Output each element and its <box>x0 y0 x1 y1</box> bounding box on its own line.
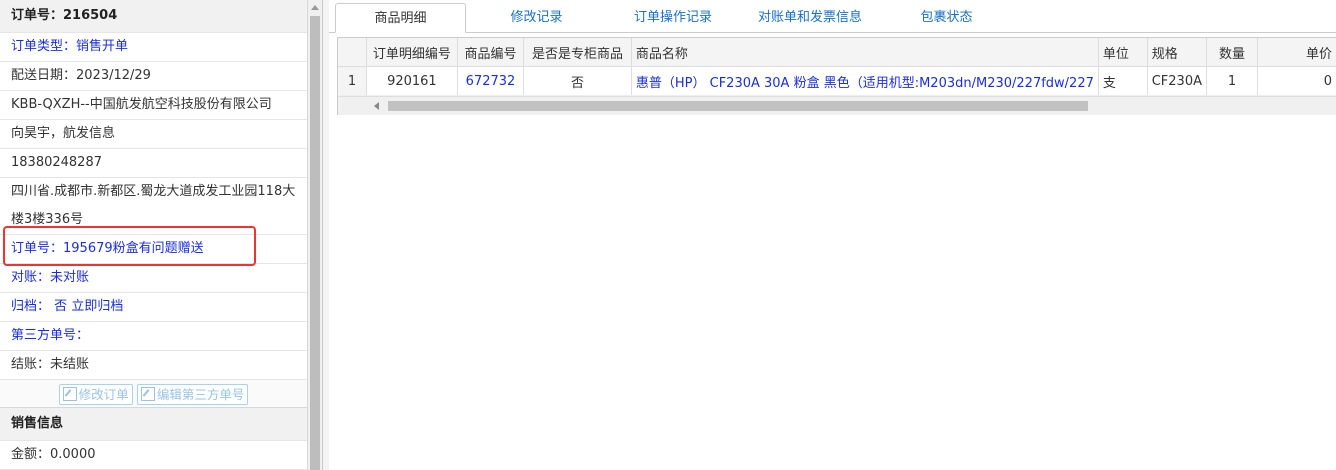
edit-icon <box>62 387 77 401</box>
counter-product-cell: 否 <box>523 66 632 96</box>
delivery-date: 配送日期：2023/12/29 <box>0 62 307 91</box>
unit-price-cell: 0 <box>1257 66 1336 96</box>
tab-package-status[interactable]: 包裹状态 <box>899 3 994 32</box>
archive-now-link[interactable]: 立即归档 <box>71 299 123 314</box>
tab-operation-log[interactable]: 订单操作记录 <box>611 3 735 32</box>
contact-person: 向昊宇，航发信息 <box>0 120 307 149</box>
tab-statement-invoice[interactable]: 对账单和发票信息 <box>739 3 881 32</box>
scroll-left-arrow-icon[interactable] <box>374 102 379 110</box>
col-header-unit-price[interactable]: 单价 <box>1257 38 1336 67</box>
quantity-cell: 1 <box>1206 66 1259 96</box>
col-header-product-name[interactable]: 商品名称 <box>631 38 1099 67</box>
edit-third-party-label: 编辑第三方单号 <box>156 387 245 402</box>
customer-name: KBB-QXZH--中国航发航空科技股份有限公司 <box>0 91 307 120</box>
detail-id-cell: 920161 <box>366 66 458 96</box>
contact-phone: 18380248287 <box>0 149 307 178</box>
horizontal-scrollbar-thumb[interactable] <box>388 101 1088 111</box>
product-name-link[interactable]: 惠普（HP） CF230A 30A 粉盒 黑色（适用机型:M203dn/M230… <box>631 66 1099 96</box>
tab-product-detail[interactable]: 商品明细 <box>335 3 466 33</box>
reconcile-status: 对账：未对账 <box>0 264 307 293</box>
edit-icon <box>140 387 155 401</box>
detail-tabs: 商品明细 修改记录 订单操作记录 对账单和发票信息 包裹状态 <box>329 0 1336 33</box>
edit-order-label: 修改订单 <box>78 387 129 402</box>
left-panel-scrollbar[interactable] <box>308 0 323 470</box>
action-buttons: 修改订单 编辑第三方单号 <box>0 380 307 408</box>
grid-horizontal-scrollbar[interactable] <box>338 96 1336 115</box>
order-type: 订单类型：销售开单 <box>0 33 307 62</box>
edit-order-button[interactable]: 修改订单 <box>58 384 133 405</box>
edit-third-party-button[interactable]: 编辑第三方单号 <box>136 384 249 405</box>
order-number-title: 订单号：216504 <box>0 0 307 33</box>
col-header-spec[interactable]: 规格 <box>1147 38 1207 67</box>
scroll-up-arrow-icon[interactable] <box>308 0 322 14</box>
settle-status: 结账：未结账 <box>0 351 307 380</box>
spec-cell: CF230A <box>1147 66 1207 96</box>
archive-label: 归档： <box>11 299 51 314</box>
col-header-counter-product[interactable]: 是否是专柜商品 <box>523 38 632 67</box>
col-header-quantity[interactable]: 数量 <box>1206 38 1259 67</box>
tab-modify-log[interactable]: 修改记录 <box>479 3 594 32</box>
sales-amount: 金额：0.0000 <box>0 441 307 470</box>
sales-info-title: 销售信息 <box>0 408 307 441</box>
col-header-index <box>338 38 367 67</box>
unit-cell: 支 <box>1098 66 1148 96</box>
product-detail-grid: 订单明细编号 商品编号 是否是专柜商品 商品名称 单位 规格 数量 单价 1 9… <box>337 37 1336 115</box>
archive-value: 否 <box>54 299 68 314</box>
product-id-link[interactable]: 672732 <box>457 66 525 96</box>
table-header-row: 订单明细编号 商品编号 是否是专柜商品 商品名称 单位 规格 数量 单价 <box>338 38 1336 67</box>
col-header-product-id[interactable]: 商品编号 <box>457 38 525 67</box>
scrollbar-thumb[interactable] <box>310 16 320 470</box>
product-table: 订单明细编号 商品编号 是否是专柜商品 商品名称 单位 规格 数量 单价 1 9… <box>338 38 1336 96</box>
table-row[interactable]: 1 920161 672732 否 惠普（HP） CF230A 30A 粉盒 黑… <box>338 66 1336 96</box>
col-header-unit[interactable]: 单位 <box>1098 38 1148 67</box>
col-header-detail-id[interactable]: 订单明细编号 <box>366 38 458 67</box>
archive-row: 归档： 否 立即归档 <box>0 293 307 322</box>
row-index: 1 <box>338 66 367 96</box>
highlight-box <box>3 226 256 266</box>
splitter[interactable] <box>323 0 329 470</box>
third-party-number: 第三方单号： <box>0 322 307 351</box>
